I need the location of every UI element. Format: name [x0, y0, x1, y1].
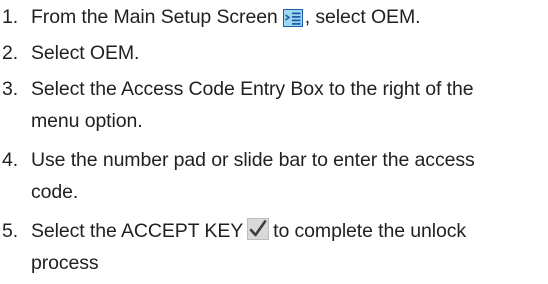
step-text-line-2: process — [31, 252, 99, 274]
step-number: 1. — [2, 6, 19, 28]
step-text: Select OEM. — [31, 42, 140, 64]
step-text: Select the ACCEPT KEY to complete the un… — [31, 215, 466, 279]
step-text-after-icon: to complete the unlock — [273, 220, 467, 242]
step-text: Select the Access Code Entry Box to the … — [31, 73, 474, 137]
step-text-before-icon: Select the ACCEPT KEY — [31, 220, 244, 242]
step-number: 3. — [2, 78, 19, 100]
step-text-line-2: menu option. — [31, 110, 143, 132]
main-setup-icon — [282, 6, 303, 27]
step-text-line-2: code. — [31, 181, 79, 203]
step-text: From the Main Setup Screen , select OEM. — [31, 1, 421, 33]
step-text-line-1: Use the number pad or slide bar to enter… — [31, 149, 475, 171]
step-text-before-icon: From the Main Setup Screen — [31, 6, 278, 28]
step-text-line-1: Select the ACCEPT KEY to complete the un… — [31, 215, 466, 247]
step-number: 2. — [2, 42, 19, 64]
step-number: 5. — [2, 220, 19, 242]
step-text-after-icon: , select OEM. — [304, 6, 421, 28]
step-text: Use the number pad or slide bar to enter… — [31, 144, 475, 208]
accept-checkmark-icon — [247, 217, 270, 240]
step-text-line-1: Select the Access Code Entry Box to the … — [31, 78, 474, 100]
step-number: 4. — [2, 149, 19, 171]
